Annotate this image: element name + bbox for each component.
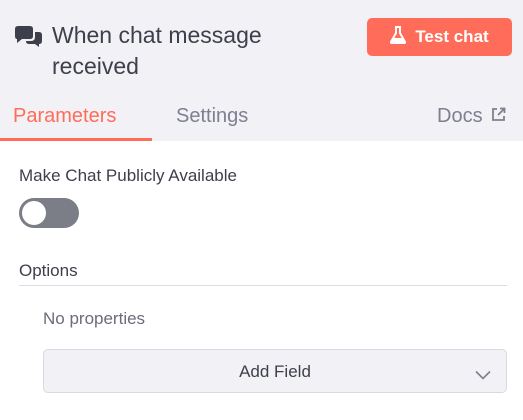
- chat-bubbles-icon: [13, 26, 43, 48]
- toggle-knob: [22, 201, 46, 225]
- public-availability-toggle[interactable]: [19, 198, 79, 228]
- test-chat-label: Test chat: [415, 27, 489, 46]
- public-availability-label: Make Chat Publicly Available: [19, 166, 237, 185]
- tab-settings[interactable]: Settings: [176, 103, 248, 129]
- tab-docs[interactable]: Docs: [437, 103, 506, 129]
- no-properties-text: No properties: [43, 309, 146, 328]
- external-link-icon: [491, 103, 506, 129]
- docs-label: Docs: [437, 105, 483, 127]
- tab-parameters[interactable]: Parameters: [13, 103, 116, 129]
- add-field-label: Add Field: [239, 362, 311, 381]
- test-chat-button[interactable]: Test chat: [367, 18, 512, 56]
- chevron-down-icon: [475, 367, 491, 380]
- active-tab-indicator: [0, 138, 152, 141]
- options-divider: [19, 285, 507, 286]
- options-label: Options: [19, 261, 78, 280]
- add-field-dropdown[interactable]: Add Field: [43, 349, 507, 393]
- node-header: When chat message received Test chat Par…: [0, 0, 523, 141]
- node-title: When chat message received: [52, 22, 262, 79]
- flask-icon: [390, 25, 407, 49]
